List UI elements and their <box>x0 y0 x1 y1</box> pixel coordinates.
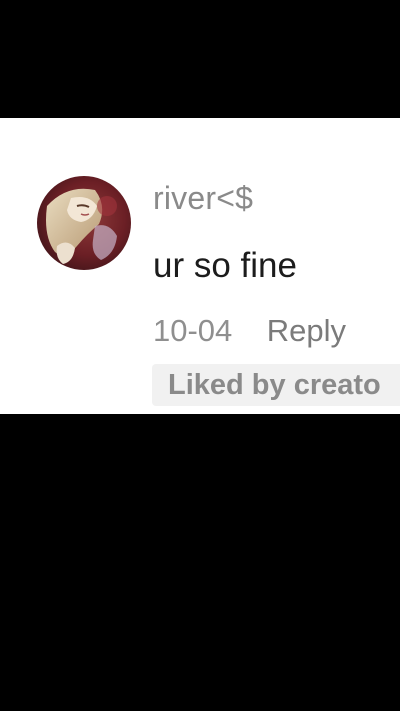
liked-by-creator-badge: Liked by creato <box>152 364 400 406</box>
comment-text: ur so fine <box>153 246 297 285</box>
liked-by-creator-label: Liked by creato <box>168 369 381 401</box>
comment-timestamp: 10-04 <box>153 313 233 348</box>
comment-username[interactable]: river<$ <box>153 180 253 217</box>
comment-card: river<$ ur so fine 10-04 Reply Liked by … <box>0 118 400 414</box>
user-avatar[interactable] <box>37 176 131 270</box>
reply-button[interactable]: Reply <box>267 313 346 349</box>
avatar-image-icon <box>37 176 131 270</box>
comment-meta: 10-04 Reply <box>153 313 346 355</box>
